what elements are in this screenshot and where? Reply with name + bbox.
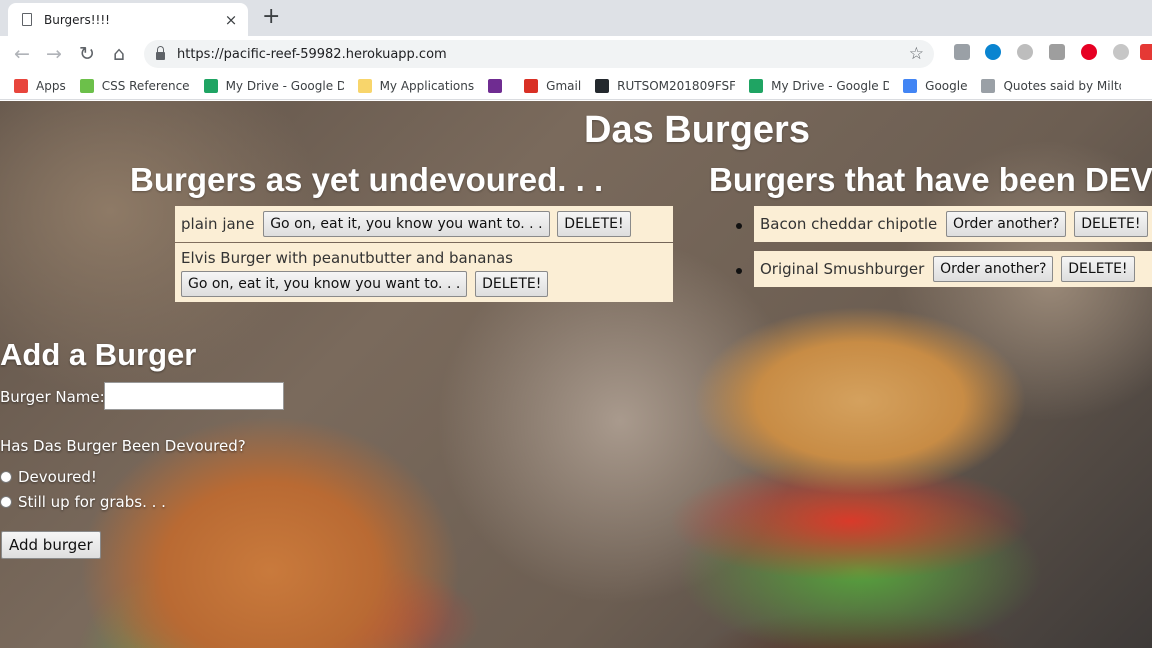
extension-icon[interactable] — [1140, 44, 1152, 60]
bookmark-item[interactable]: My Drive - Google Dr — [203, 78, 344, 93]
pinterest-icon[interactable] — [1081, 44, 1097, 60]
bookmark-item[interactable]: Quotes said by Milto — [981, 78, 1122, 93]
delete-button[interactable]: DELETE! — [1061, 256, 1135, 282]
active-tab[interactable]: Burgers!!!! × — [8, 3, 248, 36]
bookmark-label: My Drive - Google Dr — [771, 78, 890, 93]
tab-bar: Burgers!!!! × + — [0, 0, 1152, 36]
burger-name: plain jane — [181, 215, 255, 233]
css-icon — [79, 78, 94, 93]
apps-grid-icon — [14, 78, 28, 93]
page-icon — [981, 78, 996, 93]
gmail-icon — [524, 78, 539, 93]
bookmark-item[interactable]: My Applications — [357, 78, 475, 93]
bookmark-label: CSS Reference — [101, 78, 190, 93]
extension-icon[interactable] — [954, 44, 970, 60]
burger-name-input[interactable] — [104, 382, 284, 410]
still-available-option-label: Still up for grabs. . . — [18, 493, 166, 511]
undevoured-heading: Burgers as yet undevoured. . . — [130, 161, 604, 198]
burger-name-label: Burger Name: — [0, 388, 105, 406]
address-bar[interactable]: https://pacific-reef-59982.herokuapp.com… — [144, 40, 934, 68]
google-drive-icon — [749, 78, 764, 93]
bookmark-item[interactable]: Google — [903, 78, 968, 93]
still-available-radio[interactable] — [0, 496, 12, 508]
delete-button[interactable]: DELETE! — [557, 211, 631, 237]
page-title: Das Burgers — [584, 109, 810, 151]
undevoured-list: plain jane Go on, eat it, you know you w… — [175, 206, 673, 303]
eat-button[interactable]: Go on, eat it, you know you want to. . . — [181, 270, 468, 297]
extension-icon[interactable] — [1017, 44, 1033, 60]
burger-name: Original Smushburger — [760, 260, 925, 278]
tab-title: Burgers!!!! — [44, 12, 110, 27]
devoured-question: Has Das Burger Been Devoured? — [0, 437, 246, 455]
burger-name: Bacon cheddar chipotle — [760, 215, 938, 233]
bookmark-item[interactable]: My Drive - Google Dr — [749, 78, 890, 93]
devoured-option[interactable]: Devoured! — [0, 468, 97, 486]
delete-button[interactable]: DELETE! — [1074, 211, 1148, 237]
page-content: Das Burgers Burgers as yet undevoured. .… — [0, 101, 1152, 648]
burger-name: Elvis Burger with peanutbutter and banan… — [181, 248, 513, 267]
bookmark-label: RUTSOM201809FSF2 — [617, 78, 736, 93]
devoured-radio[interactable] — [0, 471, 12, 483]
burger-item: Elvis Burger with peanutbutter and banan… — [175, 243, 673, 302]
forward-button[interactable]: → — [40, 40, 68, 68]
url-text[interactable]: https://pacific-reef-59982.herokuapp.com — [177, 47, 909, 62]
bookmark-label: Apps — [36, 78, 66, 93]
bookmark-item[interactable]: CSS Reference — [79, 78, 190, 93]
lock-icon — [156, 46, 165, 60]
burger-item: Bacon cheddar chipotle Order another? DE… — [736, 206, 1152, 242]
bookmark-item[interactable]: Apps — [14, 78, 66, 93]
still-available-option[interactable]: Still up for grabs. . . — [0, 493, 166, 511]
devoured-heading: Burgers that have been DEVOURED — [709, 161, 1152, 198]
bookmarks-bar: Apps CSS Reference My Drive - Google Dr My … — [0, 72, 1152, 100]
delete-button[interactable]: DELETE! — [475, 270, 549, 297]
devoured-option-label: Devoured! — [18, 468, 97, 486]
add-burger-button[interactable]: Add burger — [1, 531, 101, 559]
home-button[interactable]: ⌂ — [105, 40, 133, 68]
bookmark-star-icon[interactable]: ☆ — [909, 44, 924, 64]
skype-icon[interactable] — [1113, 44, 1129, 60]
close-tab-icon[interactable]: × — [222, 11, 240, 29]
order-another-button[interactable]: Order another? — [946, 211, 1067, 237]
bookmark-item[interactable] — [488, 78, 510, 93]
reload-button[interactable]: ↻ — [73, 40, 101, 68]
browser-toolbar: ← → ↻ ⌂ https://pacific-reef-59982.herok… — [0, 36, 1152, 72]
folder-icon — [357, 78, 372, 93]
burger-item: plain jane Go on, eat it, you know you w… — [175, 206, 673, 242]
bookmark-item[interactable]: RUTSOM201809FSF2 — [595, 78, 736, 93]
devoured-list: Bacon cheddar chipotle Order another? DE… — [736, 206, 1152, 296]
bookmark-label: My Applications — [379, 78, 475, 93]
back-button[interactable]: ← — [8, 40, 36, 68]
page-icon — [22, 13, 32, 26]
slack-icon — [488, 78, 503, 93]
bookmark-label: Quotes said by Milto — [1003, 78, 1122, 93]
order-another-button[interactable]: Order another? — [933, 256, 1054, 282]
github-icon — [595, 78, 610, 93]
add-burger-heading: Add a Burger — [0, 337, 197, 372]
google-icon — [903, 78, 918, 93]
extension-icon[interactable] — [1049, 44, 1065, 60]
extension-icon[interactable] — [985, 44, 1001, 60]
eat-button[interactable]: Go on, eat it, you know you want to. . . — [263, 211, 550, 237]
bookmark-item[interactable]: Gmail — [524, 78, 582, 93]
bookmark-label: Gmail — [546, 78, 582, 93]
burger-item: Original Smushburger Order another? DELE… — [736, 251, 1152, 287]
google-drive-icon — [203, 78, 218, 93]
bookmark-label: My Drive - Google Dr — [225, 78, 344, 93]
bookmark-label: Google — [925, 78, 968, 93]
new-tab-button[interactable]: + — [262, 4, 280, 29]
